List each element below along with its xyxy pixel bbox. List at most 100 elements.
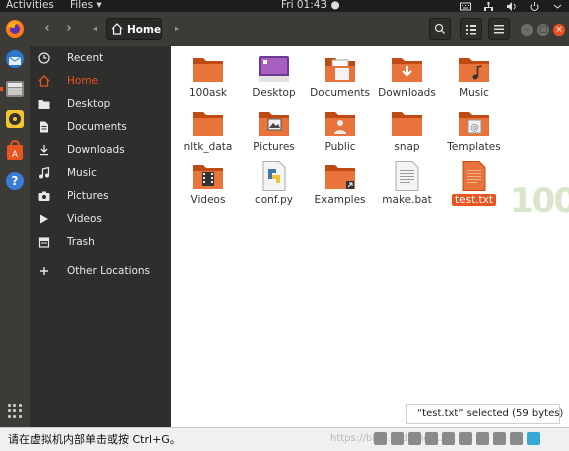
system-tray[interactable] [460,0,563,12]
svg-text:?: ? [12,174,19,188]
clock-icon [38,52,50,64]
file-name: Templates [447,141,501,153]
network-adapter-icon[interactable] [408,432,421,445]
sidebar-item-label: Other Locations [67,265,151,277]
printer-icon[interactable] [442,432,455,445]
document-icon [40,121,48,133]
folder-icon [392,112,422,136]
top-panel: Activities Files ▾ Fri 01:43 ● [0,0,569,12]
files-icon[interactable] [4,78,26,100]
thunderbird-icon[interactable] [4,48,26,70]
sidebar-item-videos[interactable]: Videos [30,208,171,230]
sidebar-item-label: Home [67,75,99,87]
templates-folder-icon: @ [459,112,489,136]
forward-button[interactable]: › [58,18,80,40]
svg-text:A: A [12,150,19,160]
firefox-icon[interactable] [4,18,26,40]
hard-disk-icon[interactable] [374,432,387,445]
text-file-icon [395,161,419,191]
minimize-button[interactable]: – [521,24,533,36]
python-file-icon [262,161,286,191]
activities-button[interactable]: Activities [6,0,54,11]
clock[interactable]: Fri 01:43 ● [281,0,340,11]
videos-folder-icon [193,165,223,189]
close-button[interactable]: × [553,24,565,36]
rhythmbox-icon[interactable] [4,108,26,130]
link-folder-icon [325,165,355,189]
search-icon [434,23,445,34]
file-name: Desktop [252,87,296,99]
vm-status-bar: 请在虚拟机内部单击或按 Ctrl+G。 https://blog.csdn.ne… [0,427,569,451]
power-icon [530,1,539,11]
folder-icon [193,112,223,136]
text-file-icon [462,161,486,191]
hamburger-icon [494,25,504,34]
sidebar-item-other-locations[interactable]: Other Locations [30,260,171,282]
active-indicator [0,87,3,91]
desktop-folder-icon [259,56,289,82]
files-app-menu[interactable]: Files ▾ [70,0,102,11]
header-bar: ‹ › ◂ Home ▸ – □ × [30,12,569,47]
menu-button[interactable] [488,18,510,40]
sidebar-item-home[interactable]: Home [30,70,171,92]
documents-folder-icon [325,58,355,82]
sidebar-item-desktop[interactable]: Desktop [30,93,171,115]
sidebar-item-music[interactable]: Music [30,162,171,184]
path-home-button[interactable]: Home [106,18,162,40]
sidebar-item-label: Trash [67,236,95,248]
svg-text:@: @ [470,123,479,133]
display-icon[interactable] [493,432,506,445]
vm-settings-icon[interactable] [527,432,540,445]
file-name: Documents [310,87,370,99]
home-icon [111,23,123,35]
file-name: Examples [314,194,366,206]
sidebar-item-label: Music [67,167,97,179]
home-icon [38,75,50,87]
camera-icon[interactable] [476,432,489,445]
software-center-icon[interactable]: A [4,140,26,162]
plus-icon [40,267,48,275]
view-toggle-button[interactable] [460,18,482,40]
path-home-label: Home [127,24,162,36]
message-icon[interactable] [510,432,523,445]
sidebar-item-recent[interactable]: Recent [30,47,171,69]
maximize-button[interactable]: □ [537,24,549,36]
path-right-arrow-icon[interactable]: ▸ [166,18,188,40]
dock: A ? [0,12,30,427]
file-name: Music [459,87,489,99]
file-name: Public [324,141,356,153]
network-icon [484,1,493,11]
folder-icon [193,58,223,82]
list-view-icon [466,25,476,35]
public-folder-icon [325,112,355,136]
file-name: conf.py [254,194,293,206]
music-folder-icon [459,58,489,82]
downloads-folder-icon [392,58,422,82]
sidebar-item-label: Recent [67,52,104,64]
pictures-folder-icon [259,112,289,136]
sidebar-item-downloads[interactable]: Downloads [30,139,171,161]
sound-icon[interactable] [459,432,472,445]
video-icon [40,214,48,224]
sidebar-item-label: Pictures [67,190,109,202]
sidebar-item-trash[interactable]: Trash [30,231,171,253]
file-name: 100ask [188,87,228,99]
file-name-text: test.txt [452,194,496,206]
usb-icon[interactable] [425,432,438,445]
sidebar-item-documents[interactable]: Documents [30,116,171,138]
sidebar-item-pictures[interactable]: Pictures [30,185,171,207]
trash-icon [38,237,50,248]
search-button[interactable] [429,18,451,40]
cd-icon[interactable] [391,432,404,445]
sidebar-item-label: Downloads [67,144,125,156]
volume-icon [507,1,516,11]
file-name: Videos [190,194,226,206]
vm-device-icons [374,432,540,445]
back-button[interactable]: ‹ [36,18,58,40]
watermark-text: 100 [510,181,569,221]
show-applications-icon[interactable] [8,404,22,418]
help-icon[interactable]: ? [4,170,26,192]
sidebar-item-label: Desktop [67,98,111,110]
file-view[interactable]: 100 100ask Desktop Documents Downloads M… [171,46,569,427]
path-left-arrow-icon[interactable]: ◂ [84,18,106,40]
